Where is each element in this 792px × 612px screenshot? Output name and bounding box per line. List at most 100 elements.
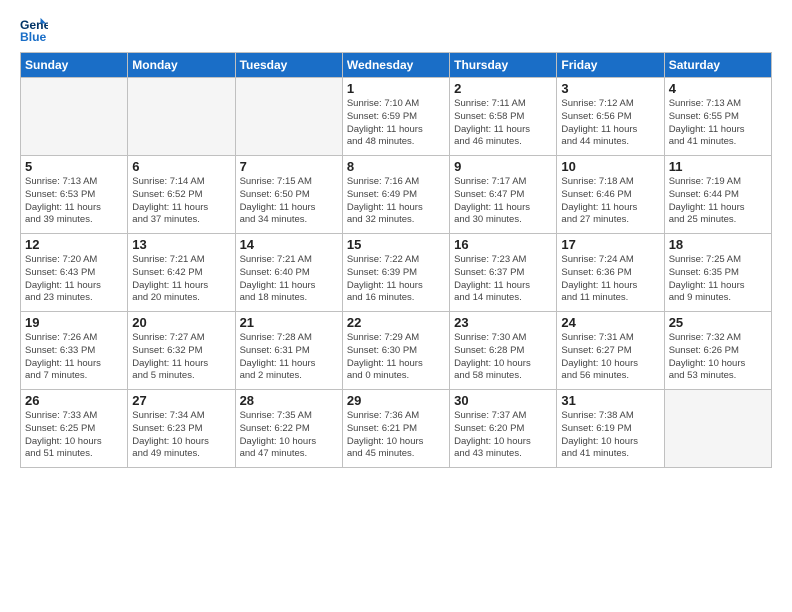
day-info: Sunrise: 7:35 AM Sunset: 6:22 PM Dayligh…	[240, 410, 338, 461]
day-info: Sunrise: 7:25 AM Sunset: 6:35 PM Dayligh…	[669, 254, 767, 305]
calendar-cell: 23Sunrise: 7:30 AM Sunset: 6:28 PM Dayli…	[450, 312, 557, 390]
header: General Blue	[20, 16, 772, 44]
weekday-header-friday: Friday	[557, 53, 664, 78]
day-number: 3	[561, 81, 659, 96]
day-info: Sunrise: 7:12 AM Sunset: 6:56 PM Dayligh…	[561, 98, 659, 149]
weekday-header-monday: Monday	[128, 53, 235, 78]
day-info: Sunrise: 7:32 AM Sunset: 6:26 PM Dayligh…	[669, 332, 767, 383]
day-number: 23	[454, 315, 552, 330]
day-info: Sunrise: 7:10 AM Sunset: 6:59 PM Dayligh…	[347, 98, 445, 149]
day-number: 6	[132, 159, 230, 174]
day-number: 4	[669, 81, 767, 96]
day-info: Sunrise: 7:20 AM Sunset: 6:43 PM Dayligh…	[25, 254, 123, 305]
week-row-3: 19Sunrise: 7:26 AM Sunset: 6:33 PM Dayli…	[21, 312, 772, 390]
weekday-header-saturday: Saturday	[664, 53, 771, 78]
calendar-cell	[21, 78, 128, 156]
day-info: Sunrise: 7:16 AM Sunset: 6:49 PM Dayligh…	[347, 176, 445, 227]
calendar-cell: 4 Sunrise: 7:13 AM Sunset: 6:55 PM Daylig…	[664, 78, 771, 156]
weekday-header-tuesday: Tuesday	[235, 53, 342, 78]
calendar-cell: 14Sunrise: 7:21 AM Sunset: 6:40 PM Dayli…	[235, 234, 342, 312]
day-number: 17	[561, 237, 659, 252]
calendar-cell	[235, 78, 342, 156]
day-info: Sunrise: 7:13 AM Sunset: 6:53 PM Dayligh…	[25, 176, 123, 227]
day-number: 29	[347, 393, 445, 408]
day-number: 18	[669, 237, 767, 252]
weekday-header-thursday: Thursday	[450, 53, 557, 78]
week-row-0: 1 Sunrise: 7:10 AM Sunset: 6:59 PM Daylig…	[21, 78, 772, 156]
calendar-cell: 21 Sunrise: 7:28 AM Sunset: 6:31 PM Dayli…	[235, 312, 342, 390]
weekday-header-wednesday: Wednesday	[342, 53, 449, 78]
day-info: Sunrise: 7:36 AM Sunset: 6:21 PM Dayligh…	[347, 410, 445, 461]
day-info: Sunrise: 7:11 AM Sunset: 6:58 PM Dayligh…	[454, 98, 552, 149]
day-info: Sunrise: 7:29 AM Sunset: 6:30 PM Dayligh…	[347, 332, 445, 383]
day-info: Sunrise: 7:31 AM Sunset: 6:27 PM Dayligh…	[561, 332, 659, 383]
day-number: 13	[132, 237, 230, 252]
day-number: 2	[454, 81, 552, 96]
calendar-cell: 19Sunrise: 7:26 AM Sunset: 6:33 PM Dayli…	[21, 312, 128, 390]
calendar-cell: 3 Sunrise: 7:12 AM Sunset: 6:56 PM Daylig…	[557, 78, 664, 156]
day-number: 10	[561, 159, 659, 174]
calendar-cell	[128, 78, 235, 156]
day-number: 31	[561, 393, 659, 408]
day-info: Sunrise: 7:34 AM Sunset: 6:23 PM Dayligh…	[132, 410, 230, 461]
calendar-cell: 30 Sunrise: 7:37 AM Sunset: 6:20 PM Dayli…	[450, 390, 557, 468]
calendar-cell: 11 Sunrise: 7:19 AM Sunset: 6:44 PM Dayli…	[664, 156, 771, 234]
calendar-cell: 6 Sunrise: 7:14 AM Sunset: 6:52 PM Daylig…	[128, 156, 235, 234]
page-container: General Blue SundayMondayTuesdayWednesda…	[0, 0, 792, 612]
day-info: Sunrise: 7:26 AM Sunset: 6:33 PM Dayligh…	[25, 332, 123, 383]
day-number: 20	[132, 315, 230, 330]
day-number: 9	[454, 159, 552, 174]
day-info: Sunrise: 7:37 AM Sunset: 6:20 PM Dayligh…	[454, 410, 552, 461]
calendar-cell: 22 Sunrise: 7:29 AM Sunset: 6:30 PM Dayli…	[342, 312, 449, 390]
day-number: 5	[25, 159, 123, 174]
week-row-2: 12Sunrise: 7:20 AM Sunset: 6:43 PM Dayli…	[21, 234, 772, 312]
calendar-cell: 28 Sunrise: 7:35 AM Sunset: 6:22 PM Dayli…	[235, 390, 342, 468]
day-info: Sunrise: 7:13 AM Sunset: 6:55 PM Dayligh…	[669, 98, 767, 149]
day-info: Sunrise: 7:38 AM Sunset: 6:19 PM Dayligh…	[561, 410, 659, 461]
week-row-4: 26Sunrise: 7:33 AM Sunset: 6:25 PM Dayli…	[21, 390, 772, 468]
day-info: Sunrise: 7:21 AM Sunset: 6:42 PM Dayligh…	[132, 254, 230, 305]
calendar-cell: 10 Sunrise: 7:18 AM Sunset: 6:46 PM Dayli…	[557, 156, 664, 234]
calendar-cell: 13 Sunrise: 7:21 AM Sunset: 6:42 PM Dayli…	[128, 234, 235, 312]
calendar-cell: 20Sunrise: 7:27 AM Sunset: 6:32 PM Dayli…	[128, 312, 235, 390]
calendar-cell: 16Sunrise: 7:23 AM Sunset: 6:37 PM Dayli…	[450, 234, 557, 312]
calendar-cell: 27Sunrise: 7:34 AM Sunset: 6:23 PM Dayli…	[128, 390, 235, 468]
day-info: Sunrise: 7:18 AM Sunset: 6:46 PM Dayligh…	[561, 176, 659, 227]
calendar-cell: 17 Sunrise: 7:24 AM Sunset: 6:36 PM Dayli…	[557, 234, 664, 312]
calendar-cell	[664, 390, 771, 468]
day-number: 1	[347, 81, 445, 96]
calendar-cell: 8Sunrise: 7:16 AM Sunset: 6:49 PM Daylig…	[342, 156, 449, 234]
calendar-cell: 2 Sunrise: 7:11 AM Sunset: 6:58 PM Daylig…	[450, 78, 557, 156]
day-info: Sunrise: 7:17 AM Sunset: 6:47 PM Dayligh…	[454, 176, 552, 227]
calendar-cell: 5 Sunrise: 7:13 AM Sunset: 6:53 PM Daylig…	[21, 156, 128, 234]
calendar-cell: 24 Sunrise: 7:31 AM Sunset: 6:27 PM Dayli…	[557, 312, 664, 390]
day-number: 15	[347, 237, 445, 252]
calendar-cell: 25 Sunrise: 7:32 AM Sunset: 6:26 PM Dayli…	[664, 312, 771, 390]
day-number: 28	[240, 393, 338, 408]
day-info: Sunrise: 7:21 AM Sunset: 6:40 PM Dayligh…	[240, 254, 338, 305]
day-number: 30	[454, 393, 552, 408]
day-info: Sunrise: 7:22 AM Sunset: 6:39 PM Dayligh…	[347, 254, 445, 305]
calendar-cell: 15 Sunrise: 7:22 AM Sunset: 6:39 PM Dayli…	[342, 234, 449, 312]
calendar-cell: 31 Sunrise: 7:38 AM Sunset: 6:19 PM Dayli…	[557, 390, 664, 468]
day-number: 24	[561, 315, 659, 330]
logo-icon: General Blue	[20, 16, 48, 44]
day-number: 22	[347, 315, 445, 330]
weekday-header-row: SundayMondayTuesdayWednesdayThursdayFrid…	[21, 53, 772, 78]
day-number: 7	[240, 159, 338, 174]
day-info: Sunrise: 7:24 AM Sunset: 6:36 PM Dayligh…	[561, 254, 659, 305]
day-number: 21	[240, 315, 338, 330]
calendar-cell: 9 Sunrise: 7:17 AM Sunset: 6:47 PM Daylig…	[450, 156, 557, 234]
calendar-cell: 7 Sunrise: 7:15 AM Sunset: 6:50 PM Daylig…	[235, 156, 342, 234]
day-info: Sunrise: 7:23 AM Sunset: 6:37 PM Dayligh…	[454, 254, 552, 305]
day-info: Sunrise: 7:19 AM Sunset: 6:44 PM Dayligh…	[669, 176, 767, 227]
day-info: Sunrise: 7:28 AM Sunset: 6:31 PM Dayligh…	[240, 332, 338, 383]
day-info: Sunrise: 7:33 AM Sunset: 6:25 PM Dayligh…	[25, 410, 123, 461]
weekday-header-sunday: Sunday	[21, 53, 128, 78]
calendar-table: SundayMondayTuesdayWednesdayThursdayFrid…	[20, 52, 772, 468]
logo: General Blue	[20, 16, 48, 44]
day-info: Sunrise: 7:14 AM Sunset: 6:52 PM Dayligh…	[132, 176, 230, 227]
day-number: 25	[669, 315, 767, 330]
day-number: 11	[669, 159, 767, 174]
day-info: Sunrise: 7:15 AM Sunset: 6:50 PM Dayligh…	[240, 176, 338, 227]
